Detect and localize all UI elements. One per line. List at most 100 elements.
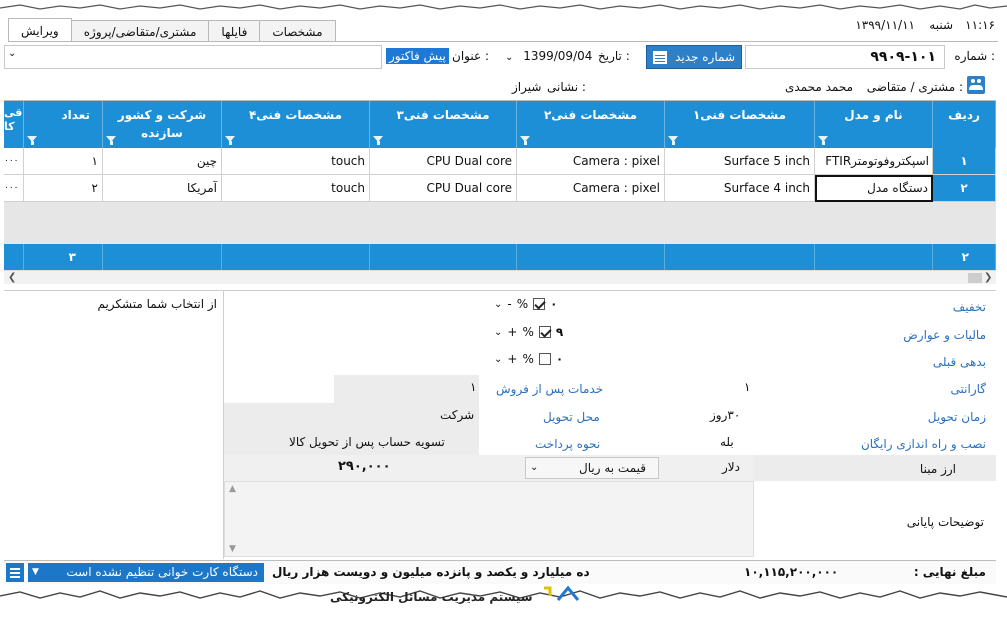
- cell-name[interactable]: اسپکتروفوتومترFTIR: [815, 148, 933, 175]
- col-header-spec4[interactable]: مشخصات فنی۴: [222, 101, 370, 148]
- scroll-down-icon[interactable]: ▼: [229, 544, 236, 554]
- aftersales-label[interactable]: خدمات پس از فروش: [496, 382, 603, 396]
- footer-cell: [665, 244, 815, 270]
- cell-price[interactable]: ۰۰۰: [4, 175, 24, 202]
- col-header-qty[interactable]: تعداد: [24, 101, 103, 148]
- delivery-time-label[interactable]: زمان تحویل: [928, 410, 986, 424]
- final-amount-value: ۱۰,۱۱۵,۲۰۰,۰۰۰: [744, 565, 839, 579]
- filter-icon[interactable]: [106, 136, 117, 145]
- minus-button[interactable]: -: [507, 297, 511, 311]
- plus-button[interactable]: +: [507, 325, 517, 339]
- tab-edit[interactable]: ویرایش: [8, 18, 72, 42]
- warranty-label[interactable]: گارانتی: [951, 382, 986, 396]
- new-number-button[interactable]: شماره جدید: [646, 45, 742, 69]
- plus-button[interactable]: +: [507, 352, 517, 366]
- col-header-price[interactable]: قی کا: [4, 101, 24, 148]
- title-value[interactable]: پیش فاکتور: [386, 48, 449, 64]
- tab-divider: [8, 41, 998, 42]
- title-dropdown[interactable]: ⌄: [4, 45, 382, 69]
- cell-maker[interactable]: چین: [103, 148, 222, 175]
- delivery-place-label[interactable]: محل تحویل: [543, 410, 600, 424]
- cell-name-selected[interactable]: دستگاه مدل: [815, 175, 933, 202]
- delivery-place-value[interactable]: شرکت: [440, 408, 474, 422]
- discount-label[interactable]: تخفیف: [953, 300, 986, 314]
- row-number[interactable]: ۲: [933, 175, 996, 202]
- cell-spec3[interactable]: CPU Dual core: [370, 148, 517, 175]
- final-description-input[interactable]: ▲ ▼: [224, 481, 754, 557]
- discount-checkbox[interactable]: [533, 298, 546, 310]
- tab-files[interactable]: فایلها: [208, 20, 261, 42]
- col-header-spec1[interactable]: مشخصات فنی۱: [665, 101, 815, 148]
- tax-checkbox[interactable]: [538, 326, 551, 338]
- chevron-down-icon[interactable]: ⌄: [494, 327, 502, 338]
- scroll-up-icon[interactable]: ▲: [229, 484, 236, 494]
- col-header-spec3[interactable]: مشخصات فنی۳: [370, 101, 517, 148]
- tab-customer-project[interactable]: مشتری/متقاضی/پروژه: [70, 20, 210, 42]
- tab-specs[interactable]: مشخصات: [259, 20, 336, 42]
- cell-price[interactable]: ۰۰۰: [4, 148, 24, 175]
- cell-spec2[interactable]: Camera : pixel: [517, 175, 665, 202]
- payment-label[interactable]: نحوه پرداخت: [535, 437, 600, 451]
- tax-label[interactable]: مالیات و عوارض: [903, 328, 986, 342]
- debt-label[interactable]: بدهی قبلی: [933, 355, 986, 369]
- thanks-note-box[interactable]: از انتخاب شما متشکریم: [4, 291, 224, 559]
- customer-label: مشتری / متقاضی :: [866, 80, 963, 94]
- app-logo-icon: [544, 585, 580, 601]
- cell-spec3[interactable]: CPU Dual core: [370, 175, 517, 202]
- customer-icon[interactable]: [967, 76, 985, 94]
- filter-icon[interactable]: [225, 136, 236, 145]
- cell-spec1[interactable]: Surface 5 inch: [665, 148, 815, 175]
- cell-qty[interactable]: ۱: [24, 148, 103, 175]
- thanks-note: از انتخاب شما متشکریم: [97, 297, 217, 311]
- rial-price-dropdown[interactable]: ⌄ قیمت به ریال: [525, 457, 659, 479]
- percent-sign: %: [522, 352, 534, 366]
- chevron-down-icon: ⌄: [505, 52, 514, 63]
- header-date: ۱۳۹۹/۱۱/۱۱: [855, 18, 915, 32]
- chevron-down-icon[interactable]: ⌄: [494, 299, 502, 310]
- col-header-row[interactable]: ردیف: [933, 101, 996, 148]
- cell-maker[interactable]: آمریکا: [103, 175, 222, 202]
- cell-spec4[interactable]: touch: [222, 175, 370, 202]
- rial-price-label: قیمت به ریال: [579, 461, 646, 475]
- partial-footer-text: سیستم مدیریت مسائل الکترونیکی: [330, 590, 533, 604]
- address-value: شیراز: [512, 80, 542, 94]
- scroll-thumb[interactable]: [968, 273, 982, 283]
- cell-spec4[interactable]: touch: [222, 148, 370, 175]
- new-number-label: شماره جدید: [675, 50, 735, 64]
- payment-value[interactable]: تسویه حساب پس از تحویل کالا: [289, 435, 445, 449]
- debt-value[interactable]: ۰: [556, 352, 563, 366]
- discount-value[interactable]: ۰: [550, 297, 557, 311]
- card-reader-text: دستگاه کارت خوانی تنظیم نشده است: [66, 565, 258, 579]
- row-number[interactable]: ۱: [933, 148, 996, 175]
- chevron-down-icon[interactable]: ⌄: [494, 354, 502, 365]
- filter-icon[interactable]: [668, 136, 679, 145]
- list-icon[interactable]: [6, 563, 24, 582]
- percent-sign: %: [522, 325, 534, 339]
- scroll-left-icon[interactable]: ❮: [8, 271, 16, 285]
- base-currency-value[interactable]: دلار: [722, 460, 740, 474]
- cell-qty[interactable]: ۲: [24, 175, 103, 202]
- grid-horizontal-scrollbar[interactable]: ❮ ❯: [4, 270, 996, 284]
- cell-spec2[interactable]: Camera : pixel: [517, 148, 665, 175]
- filter-icon[interactable]: [520, 136, 531, 145]
- debt-checkbox[interactable]: [538, 353, 551, 365]
- scroll-right-icon[interactable]: ❯: [984, 271, 992, 285]
- rial-price-value[interactable]: ۲۹۰,۰۰۰: [338, 459, 391, 474]
- filter-icon[interactable]: [27, 136, 38, 145]
- col-header-name[interactable]: نام و مدل: [815, 101, 933, 148]
- card-reader-status[interactable]: دستگاه کارت خوانی تنظیم نشده است ▼: [28, 563, 264, 582]
- warranty-value[interactable]: ۱: [744, 380, 750, 394]
- address-label: نشانی :: [547, 80, 586, 94]
- number-field[interactable]: ۹۹۰۹-۱۰۱: [745, 45, 945, 69]
- delivery-time-value[interactable]: ۳۰روز: [710, 408, 740, 422]
- tax-value[interactable]: ۹: [556, 325, 563, 339]
- aftersales-value[interactable]: ۱: [470, 380, 476, 394]
- col-header-spec2[interactable]: مشخصات فنی۲: [517, 101, 665, 148]
- cell-spec1[interactable]: Surface 4 inch: [665, 175, 815, 202]
- filter-icon[interactable]: [373, 136, 384, 145]
- install-label[interactable]: نصب و راه اندازی رایگان: [861, 437, 986, 451]
- col-header-maker[interactable]: شرکت و کشور سازنده: [103, 101, 222, 148]
- filter-icon[interactable]: [818, 136, 829, 145]
- date-picker[interactable]: ⌄ 1399/09/04: [505, 49, 595, 63]
- install-value[interactable]: بله: [720, 435, 734, 449]
